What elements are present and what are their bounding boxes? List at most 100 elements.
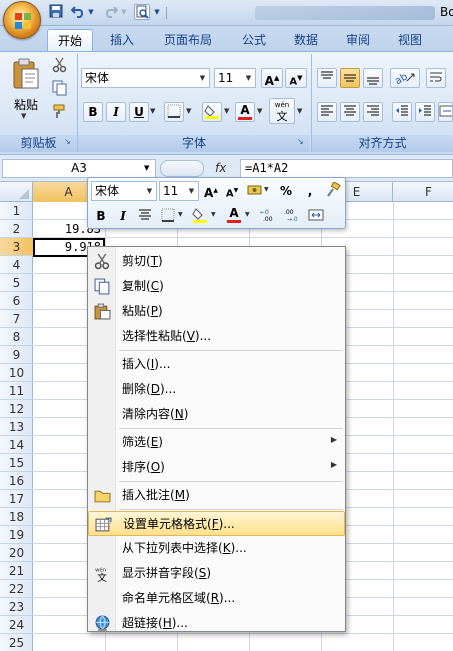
svg-text:.00: .00	[263, 216, 273, 223]
chevron-down-icon: ▼	[188, 187, 195, 195]
context-menu-item-label: 粘贴(P)	[122, 304, 163, 318]
context-menu-item[interactable]: 选择性粘贴(V)...	[88, 324, 345, 349]
context-menu-item[interactable]: 粘贴(P)	[88, 299, 345, 324]
menu-ellipsis: ...	[223, 517, 235, 531]
context-menu-item-label: 设置单元格格式(F)...	[123, 517, 235, 531]
currency-dropdown-icon[interactable]: ▼	[264, 186, 269, 193]
phonetic-icon: wén 文	[94, 565, 111, 584]
menu-text: 删除	[122, 382, 147, 396]
chevron-down-icon: ▼	[146, 187, 153, 195]
context-menu-item[interactable]: 插入(I)...	[88, 352, 345, 377]
context-menu: 剪切(T) 复制(C) 粘贴(P) 选择性粘贴(V)... 插入(I)... 删除(D).…	[87, 246, 346, 632]
mini-format-painter-button[interactable]	[323, 181, 343, 201]
mini-increase-decimal-button[interactable]: ←0.00	[258, 206, 280, 226]
menu-accelerator: T	[150, 254, 159, 268]
menu-accelerator: R	[210, 591, 220, 605]
mini-font-color-label: A	[229, 206, 239, 220]
mini-comma-button[interactable]: ,	[300, 181, 320, 201]
mini-center-button[interactable]	[135, 206, 155, 226]
submenu-arrow-icon: ▶	[330, 460, 337, 469]
menu-text: 筛选	[122, 435, 147, 449]
menu-separator	[119, 509, 343, 510]
context-menu-item-label: 插入(I)...	[122, 357, 171, 371]
context-menu-item[interactable]: 从下拉列表中选择(K)...	[88, 536, 345, 561]
mini-font-color-button[interactable]: A	[224, 206, 244, 226]
submenu-arrow-icon: ▶	[330, 435, 337, 444]
context-menu-item[interactable]: 命名单元格区域(R)...	[88, 586, 345, 611]
menu-separator	[119, 428, 343, 429]
menu-accelerator: N	[174, 407, 184, 421]
menu-text: 剪切	[122, 254, 147, 268]
menu-text: 插入	[122, 357, 147, 371]
context-menu-item-label: 复制(C)	[122, 279, 164, 293]
mini-borders-button[interactable]	[158, 206, 178, 226]
comment-icon	[94, 487, 111, 504]
office-logo-icon	[15, 13, 31, 29]
context-menu-item[interactable]: wén 文显示拼音字段(S)	[88, 561, 345, 586]
context-menu-item-label: 插入批注(M)	[122, 488, 190, 502]
menu-ellipsis: ...	[164, 382, 177, 396]
context-menu-item[interactable]: 剪切(T)	[88, 249, 345, 274]
menu-text: 排序	[122, 460, 147, 474]
menu-accelerator: C	[150, 279, 160, 293]
menu-accelerator: F	[211, 517, 219, 531]
decrease-decimal-icon: .00→.0	[284, 209, 298, 223]
mini-currency-button[interactable]	[245, 181, 265, 201]
context-menu-item[interactable]: 复制(C)	[88, 274, 345, 299]
menu-text: 清除内容	[122, 407, 171, 421]
context-menu-item[interactable]: 清除内容(N)	[88, 402, 345, 427]
mini-fill-dropdown-icon[interactable]: ▼	[211, 211, 216, 218]
mini-merge-button[interactable]	[306, 206, 326, 226]
menu-text: 显示拼音字段	[122, 566, 195, 580]
menu-text: 设置单元格格式	[123, 517, 208, 531]
mini-font-size-combo[interactable]: 11 ▼	[159, 181, 199, 201]
svg-text:←0: ←0	[260, 209, 269, 216]
menu-ellipsis: ...	[176, 616, 188, 630]
mini-decrease-decimal-button[interactable]: .00 →.0	[282, 206, 304, 226]
mini-grow-font-button[interactable]: A▲	[201, 181, 221, 201]
menu-accelerator: S	[198, 566, 207, 580]
mini-font-name-combo[interactable]: 宋体 ▼	[91, 181, 157, 201]
context-menu-item-label: 删除(D)...	[122, 382, 177, 396]
svg-text:→.0: →.0	[287, 216, 298, 223]
context-menu-item[interactable]: 设置单元格格式(F)...	[88, 511, 345, 536]
office-button[interactable]	[3, 1, 41, 39]
mini-percent-button[interactable]: %	[276, 181, 296, 201]
context-menu-item-label: 显示拼音字段(S)	[122, 566, 212, 580]
grid-column-line	[393, 202, 394, 651]
menu-separator	[119, 350, 343, 351]
paste-icon	[94, 303, 111, 320]
mini-shrink-font-button[interactable]: A▼	[222, 181, 242, 201]
mini-fill-color-button[interactable]	[190, 206, 210, 226]
menu-accelerator: D	[150, 382, 160, 396]
menu-text: 粘贴	[122, 304, 147, 318]
menu-ellipsis: ...	[199, 329, 212, 343]
copy-icon	[94, 278, 111, 295]
menu-accelerator: I	[150, 357, 155, 371]
format-cells-icon	[95, 516, 112, 533]
context-menu-item-label: 筛选(E)	[122, 435, 163, 449]
context-menu-item[interactable]: 插入批注(M)	[88, 483, 345, 508]
currency-icon	[247, 185, 262, 195]
menu-ellipsis: ...	[158, 357, 171, 371]
mini-font-color-dropdown-icon[interactable]: ▼	[245, 211, 250, 218]
menu-text: 插入批注	[122, 488, 171, 502]
mini-italic-button[interactable]: I	[113, 206, 133, 226]
mini-bold-button[interactable]: B	[91, 206, 111, 226]
hyperlink-icon	[94, 615, 111, 632]
svg-text:文: 文	[97, 572, 107, 582]
context-menu-item[interactable]: 删除(D)...	[88, 377, 345, 402]
menu-accelerator: P	[150, 304, 158, 318]
mini-font-color-swatch	[227, 220, 241, 223]
context-menu-item-label: 超链接(H)...	[122, 616, 188, 630]
menu-accelerator: E	[150, 435, 159, 449]
context-menu-item[interactable]: 筛选(E) ▶	[88, 430, 345, 455]
align-center-icon	[139, 209, 151, 220]
mini-borders-dropdown-icon[interactable]: ▼	[178, 211, 183, 218]
context-menu-item[interactable]: 超链接(H)...	[88, 611, 345, 636]
context-menu-item[interactable]: 排序(O) ▶	[88, 455, 345, 480]
increase-decimal-icon: ←0.00	[260, 209, 273, 223]
menu-accelerator: H	[162, 616, 172, 630]
menu-ellipsis: ...	[235, 541, 247, 555]
excel-window: ▼ ▼ ▼ Bo 开始 插入 页面布局 公式 数据 审阅 视图 粘贴 ▼ 剪贴板…	[0, 0, 453, 651]
